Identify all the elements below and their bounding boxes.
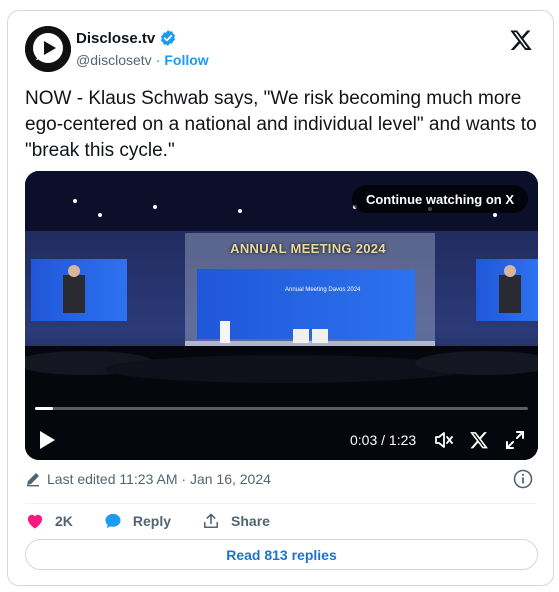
share-icon: [203, 513, 219, 529]
tweet-card: Disclose.tv @disclosetv · Follow NOW - K…: [7, 10, 554, 586]
verified-badge-icon: [161, 30, 176, 46]
volume-muted-icon[interactable]: [434, 430, 454, 450]
video-time: 0:03 / 1:23: [350, 432, 417, 448]
author-handle[interactable]: @disclosetv: [76, 52, 152, 68]
reply-label: Reply: [132, 513, 172, 529]
like-button[interactable]: 2K: [25, 511, 73, 531]
tweet-meta: Last edited 11:23 AM · Jan 16, 2024: [25, 471, 271, 487]
author-display-name[interactable]: Disclose.tv: [76, 30, 155, 47]
divider: [25, 503, 536, 504]
play-icon[interactable]: [37, 429, 57, 451]
video-frame: [25, 171, 538, 460]
author-handle-row: @disclosetv · Follow: [76, 52, 209, 68]
share-button[interactable]: Share: [201, 511, 270, 531]
video-progress-bar[interactable]: [35, 407, 528, 410]
continue-watching-button[interactable]: Continue watching on X: [351, 185, 528, 213]
info-icon[interactable]: [513, 469, 533, 489]
last-edited-timestamp[interactable]: Last edited 11:23 AM · Jan 16, 2024: [47, 471, 271, 487]
stage-banner-text: ANNUAL MEETING 2024: [230, 241, 386, 256]
stage-screen-text: Annual Meeting Davos 2024: [285, 287, 361, 293]
pencil-icon: [27, 473, 39, 487]
avatar[interactable]: [25, 26, 71, 72]
x-logo-icon[interactable]: [469, 430, 489, 450]
video-controls: 0:03 / 1:23: [25, 429, 538, 455]
like-count: 2K: [55, 513, 73, 529]
fullscreen-icon[interactable]: [505, 430, 525, 450]
tweet-text: NOW - Klaus Schwab says, "We risk becomi…: [25, 88, 537, 161]
action-bar: 2K Reply Share: [25, 509, 300, 533]
reply-bubble-icon: [105, 513, 121, 529]
heart-icon: [27, 514, 43, 529]
reply-button[interactable]: Reply: [103, 511, 171, 531]
handle-separator: ·: [155, 52, 161, 68]
video-player[interactable]: Continue watching on X ANNUAL MEETING 20…: [25, 171, 538, 460]
follow-button[interactable]: Follow: [164, 52, 208, 68]
x-logo-icon[interactable]: [509, 28, 533, 52]
video-progress-fill: [35, 407, 54, 410]
read-replies-button[interactable]: Read 813 replies: [25, 539, 538, 570]
author-name-row: Disclose.tv: [76, 29, 177, 47]
share-label: Share: [231, 513, 270, 529]
